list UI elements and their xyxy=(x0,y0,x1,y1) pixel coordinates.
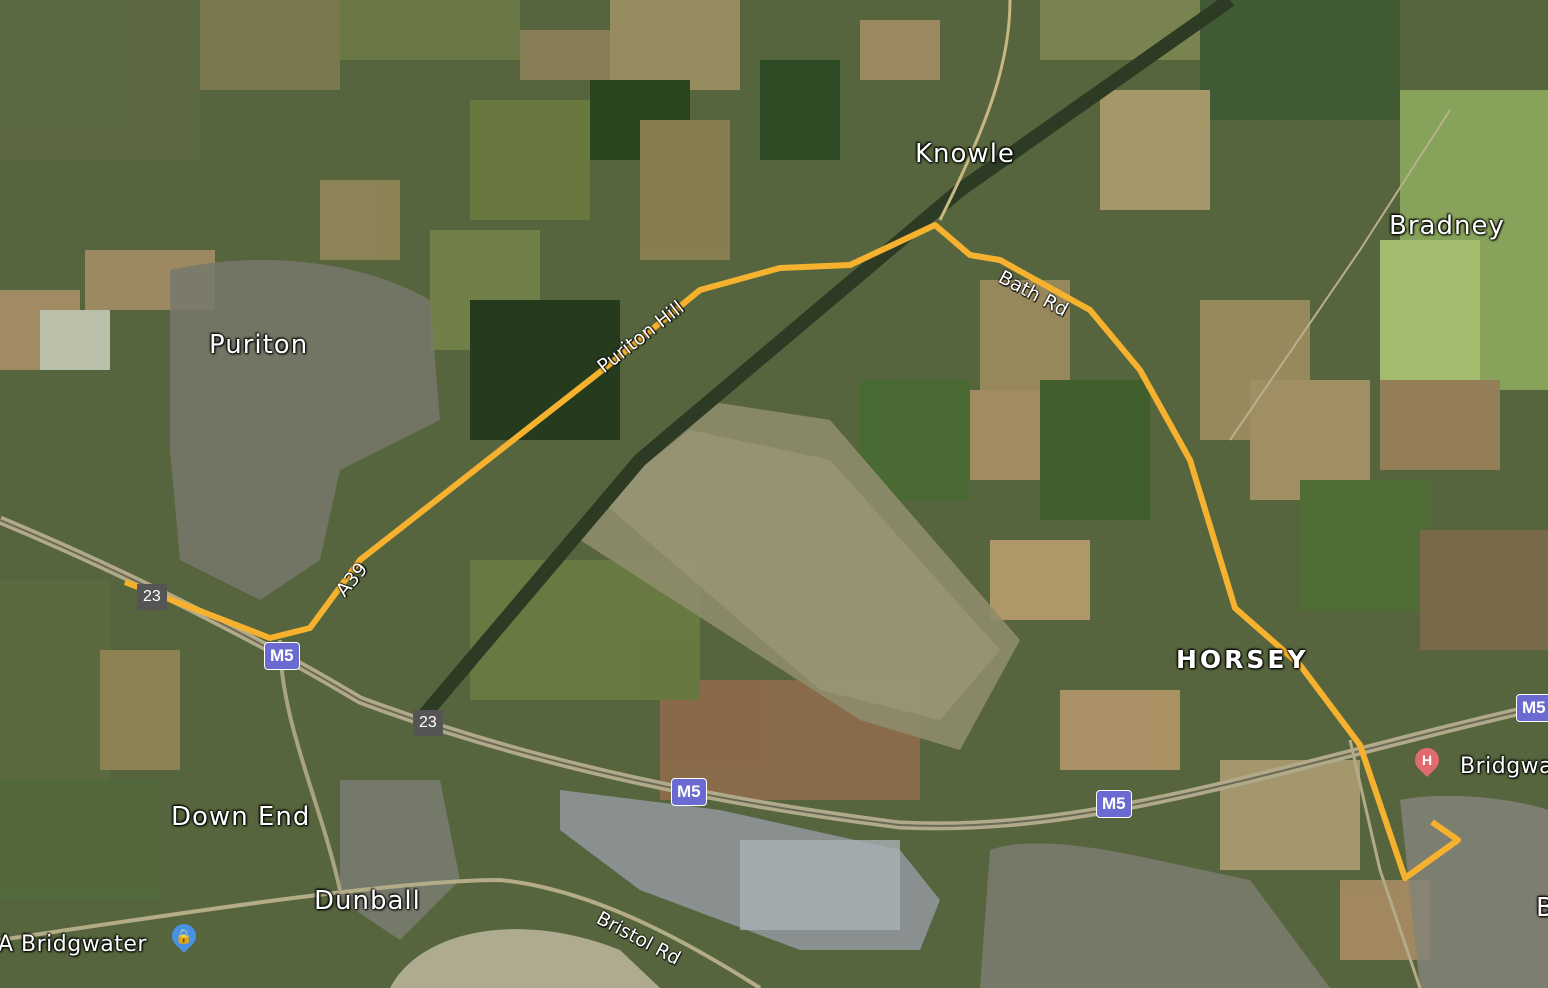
hospital-pin-icon[interactable]: H xyxy=(1410,743,1444,777)
place-label-edge: B xyxy=(1536,893,1548,923)
place-label-dunball: Dunball xyxy=(314,886,421,916)
lock-pin-icon[interactable]: 🔒 xyxy=(167,919,201,953)
m5-shield: M5 xyxy=(671,778,707,806)
m5-shield: M5 xyxy=(1096,790,1132,818)
m5-shield: M5 xyxy=(264,642,300,670)
place-label-horsey: HORSEY xyxy=(1176,645,1309,674)
map-view[interactable]: Knowle Bradney Puriton HORSEY Down End D… xyxy=(0,0,1548,988)
place-label-bradney: Bradney xyxy=(1389,211,1505,241)
place-label-bridgwater-hospital[interactable]: Bridgwa xyxy=(1460,754,1548,779)
place-label-knowle: Knowle xyxy=(915,139,1015,169)
junction-23-marker: 23 xyxy=(413,710,443,736)
place-label-bridgwater-poi[interactable]: A Bridgwater xyxy=(0,932,147,957)
junction-23-marker: 23 xyxy=(137,584,167,610)
satellite-imagery xyxy=(0,0,1548,988)
place-label-down-end: Down End xyxy=(171,802,311,832)
m5-shield: M5 xyxy=(1516,694,1548,722)
place-label-puriton: Puriton xyxy=(209,330,309,360)
